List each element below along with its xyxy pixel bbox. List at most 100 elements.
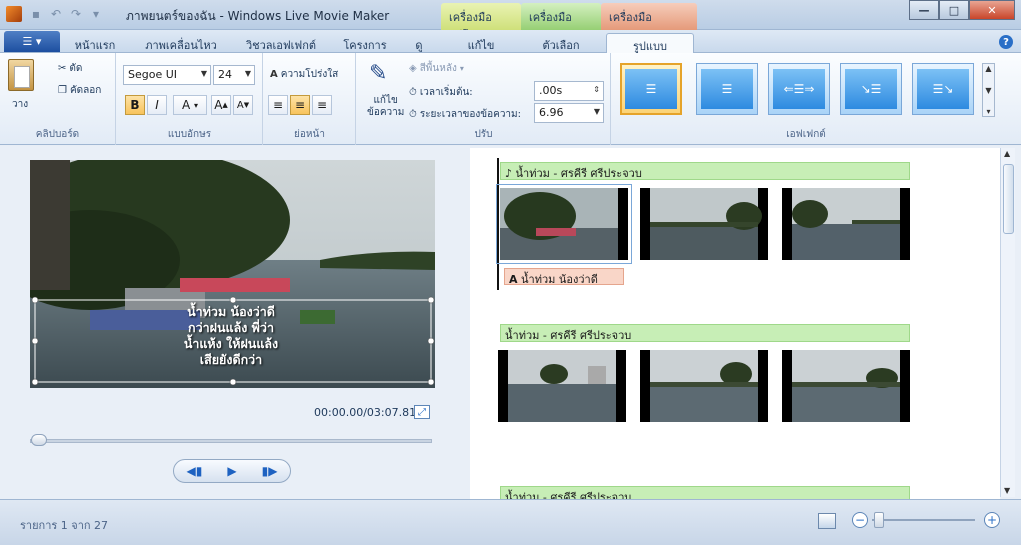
redo-icon[interactable]: ↷	[68, 6, 84, 22]
clip-thumbnail[interactable]	[782, 350, 910, 422]
edit-text-button[interactable]: แก้ไข ข้อความ	[367, 95, 404, 119]
clip-thumbnail[interactable]	[640, 188, 768, 260]
tab-view[interactable]: ดู	[404, 33, 434, 53]
seek-slider-thumb[interactable]	[31, 434, 47, 446]
scrollbar-thumb[interactable]	[1003, 164, 1014, 234]
effect-fly[interactable]: ☰↘	[912, 63, 974, 115]
next-frame-icon[interactable]: ▮▶	[262, 464, 278, 478]
shrink-font-button[interactable]: A ▼	[233, 95, 253, 115]
tab-project[interactable]: โครงการ	[336, 33, 394, 53]
start-time-input[interactable]: .00s ⇕	[534, 81, 604, 101]
paragraph-group-label: ย่อหน้า	[294, 129, 325, 140]
effect-zoom[interactable]: ⇐☰⇒	[768, 63, 830, 115]
contextual-tab-text-tools[interactable]: เครื่องมือข้อความ	[601, 3, 697, 42]
align-center-button[interactable]: ≡	[290, 95, 310, 115]
expand-gallery-icon: ▾	[986, 107, 991, 116]
fullscreen-preview-button[interactable]: ⤢	[414, 405, 430, 419]
item-count: รายการ 1 จาก 27	[20, 519, 109, 532]
effect-swoop-icon: ↘☰	[845, 69, 897, 109]
undo-icon[interactable]: ↶	[48, 6, 64, 22]
maximize-button[interactable]: □	[939, 0, 969, 20]
customize-qat-icon[interactable]: ▾	[88, 6, 104, 22]
help-icon[interactable]: ?	[999, 35, 1013, 49]
copy-button[interactable]: ❐ คัดลอก	[58, 83, 101, 98]
effect-lines-icon: ☰	[701, 69, 753, 109]
duration-select[interactable]: 6.96 ▼	[534, 103, 604, 123]
effect-fly-icon: ☰↘	[917, 69, 969, 109]
font-size-select[interactable]: 24 ▼	[213, 65, 255, 85]
tab-options[interactable]: ตัวเลือก	[521, 33, 601, 53]
align-right-button[interactable]: ≡	[312, 95, 332, 115]
font-family-select[interactable]: Segoe UI ▼	[123, 65, 211, 85]
tab-visual-effects[interactable]: วิชวลเอฟเฟกต์	[238, 33, 324, 53]
paste-label[interactable]: วาง	[12, 97, 28, 112]
thumbnail-size-icon[interactable]	[818, 513, 836, 529]
clip-thumbnail[interactable]	[640, 350, 768, 422]
background-color-button[interactable]: ◈ สีพื้นหลัง ▾	[409, 61, 464, 76]
bold-button[interactable]: B	[125, 95, 145, 115]
storyboard-pane: ♪ น้ำท่วม - ศรคีรี ศรีประจวบ A น้ำท่วม น…	[470, 148, 1000, 499]
save-icon[interactable]: ▪	[28, 6, 44, 22]
music-track[interactable]: น้ำท่วม - ศรคีรี ศรีประจวบ	[500, 324, 910, 342]
font-color-button[interactable]: A ▾	[173, 95, 207, 115]
app-icon[interactable]	[6, 6, 22, 22]
tab-home[interactable]: หน้าแรก	[66, 33, 124, 53]
zoom-out-button[interactable]: −	[852, 512, 868, 528]
minus-icon: −	[854, 513, 866, 527]
contextual-tab-video-tools[interactable]: เครื่องมือวิดีโอ	[441, 3, 521, 42]
previous-frame-icon[interactable]: ◀▮	[187, 464, 203, 478]
playback-controls: ◀▮ ▶ ▮▶	[173, 459, 291, 483]
chevron-down-icon: ▼	[244, 69, 251, 78]
chevron-down-icon: ▼	[593, 107, 600, 116]
tab-animations[interactable]: ภาพเคลื่อนไหว	[138, 33, 224, 53]
effect-none[interactable]: ☰	[620, 63, 682, 115]
close-button[interactable]: ✕	[969, 0, 1015, 20]
music-track[interactable]: ♪ น้ำท่วม - ศรคีรี ศรีประจวบ	[500, 162, 910, 180]
ribbon: วาง ✂ ตัด ❐ คัดลอก คลิปบอร์ด Segoe UI ▼ 24 ▼…	[0, 53, 1021, 145]
seek-track[interactable]	[30, 439, 432, 443]
music-track[interactable]: น้ำท่วม - ศรคีรี ศรีประจวบ	[500, 486, 910, 499]
storyboard-scrollbar[interactable]: ▲ ▼	[1000, 148, 1015, 497]
align-left-button[interactable]: ≡	[268, 95, 288, 115]
main-area: น้ำท่วม น้องว่าดี กว่าฝนแล้ง พี่ว่า น้ำแ…	[0, 146, 1021, 499]
scissors-icon: ✂	[58, 63, 67, 74]
text-caption-item[interactable]: A น้ำท่วม น้องว่าดี	[504, 268, 624, 286]
edit-text-icon[interactable]: ✎	[369, 61, 395, 87]
effect-fade[interactable]: ☰	[696, 63, 758, 115]
cut-button[interactable]: ✂ ตัด	[58, 61, 82, 76]
clock-icon: ⏱	[409, 109, 417, 120]
contextual-tab-music-tools[interactable]: เครื่องมือเพลง	[521, 3, 601, 42]
grow-font-button[interactable]: A ▲	[211, 95, 231, 115]
file-menu-button[interactable]: ☰ ▾	[4, 31, 60, 52]
tab-format[interactable]: รูปแบบ	[606, 33, 694, 54]
playhead[interactable]	[497, 158, 499, 290]
effect-arrows-icon: ⇐☰⇒	[773, 69, 825, 109]
title-bar: ▪ ↶ ↷ ▾ ภาพยนตร์ของฉัน - Windows Live Mo…	[0, 0, 1021, 42]
preview-caption[interactable]: น้ำท่วม น้องว่าดี กว่าฝนแล้ง พี่ว่า น้ำแ…	[172, 304, 290, 368]
italic-button[interactable]: I	[147, 95, 167, 115]
transparency-icon: A	[270, 69, 278, 80]
window-controls: — □ ✕	[909, 0, 1015, 20]
transparency-button[interactable]: A ความโปร่งใส	[270, 67, 338, 82]
zoom-slider-thumb[interactable]	[874, 512, 884, 528]
chevron-up-icon: ▲	[985, 64, 992, 73]
clip-thumbnail[interactable]	[498, 350, 626, 422]
play-icon[interactable]: ▶	[227, 464, 236, 478]
clock-icon: ⏱	[409, 87, 417, 98]
music-note-icon: ♪	[505, 167, 513, 180]
clipboard-group: วาง ✂ ตัด ❐ คัดลอก คลิปบอร์ด	[0, 53, 116, 145]
align-right-icon: ≡	[316, 98, 328, 112]
font-group: Segoe UI ▼ 24 ▼ B I A ▾ A ▲ A ▼ แบบอักษร	[117, 53, 263, 145]
zoom-in-button[interactable]: +	[984, 512, 1000, 528]
caption-line: เสียยังดีกว่า	[199, 352, 263, 367]
minimize-button[interactable]: —	[909, 0, 939, 20]
status-bar: รายการ 1 จาก 27 − +	[0, 499, 1021, 545]
video-preview[interactable]: น้ำท่วม น้องว่าดี กว่าฝนแล้ง พี่ว่า น้ำแ…	[30, 160, 435, 388]
tab-edit[interactable]: แก้ไข	[441, 33, 521, 53]
clip-thumbnail[interactable]	[782, 188, 910, 260]
paste-icon[interactable]	[8, 59, 34, 91]
effects-gallery-scroll[interactable]: ▲ ▼ ▾	[982, 63, 995, 117]
effect-swoop[interactable]: ↘☰	[840, 63, 902, 115]
clip-thumbnail[interactable]	[496, 184, 632, 264]
zoom-track[interactable]	[872, 519, 975, 521]
